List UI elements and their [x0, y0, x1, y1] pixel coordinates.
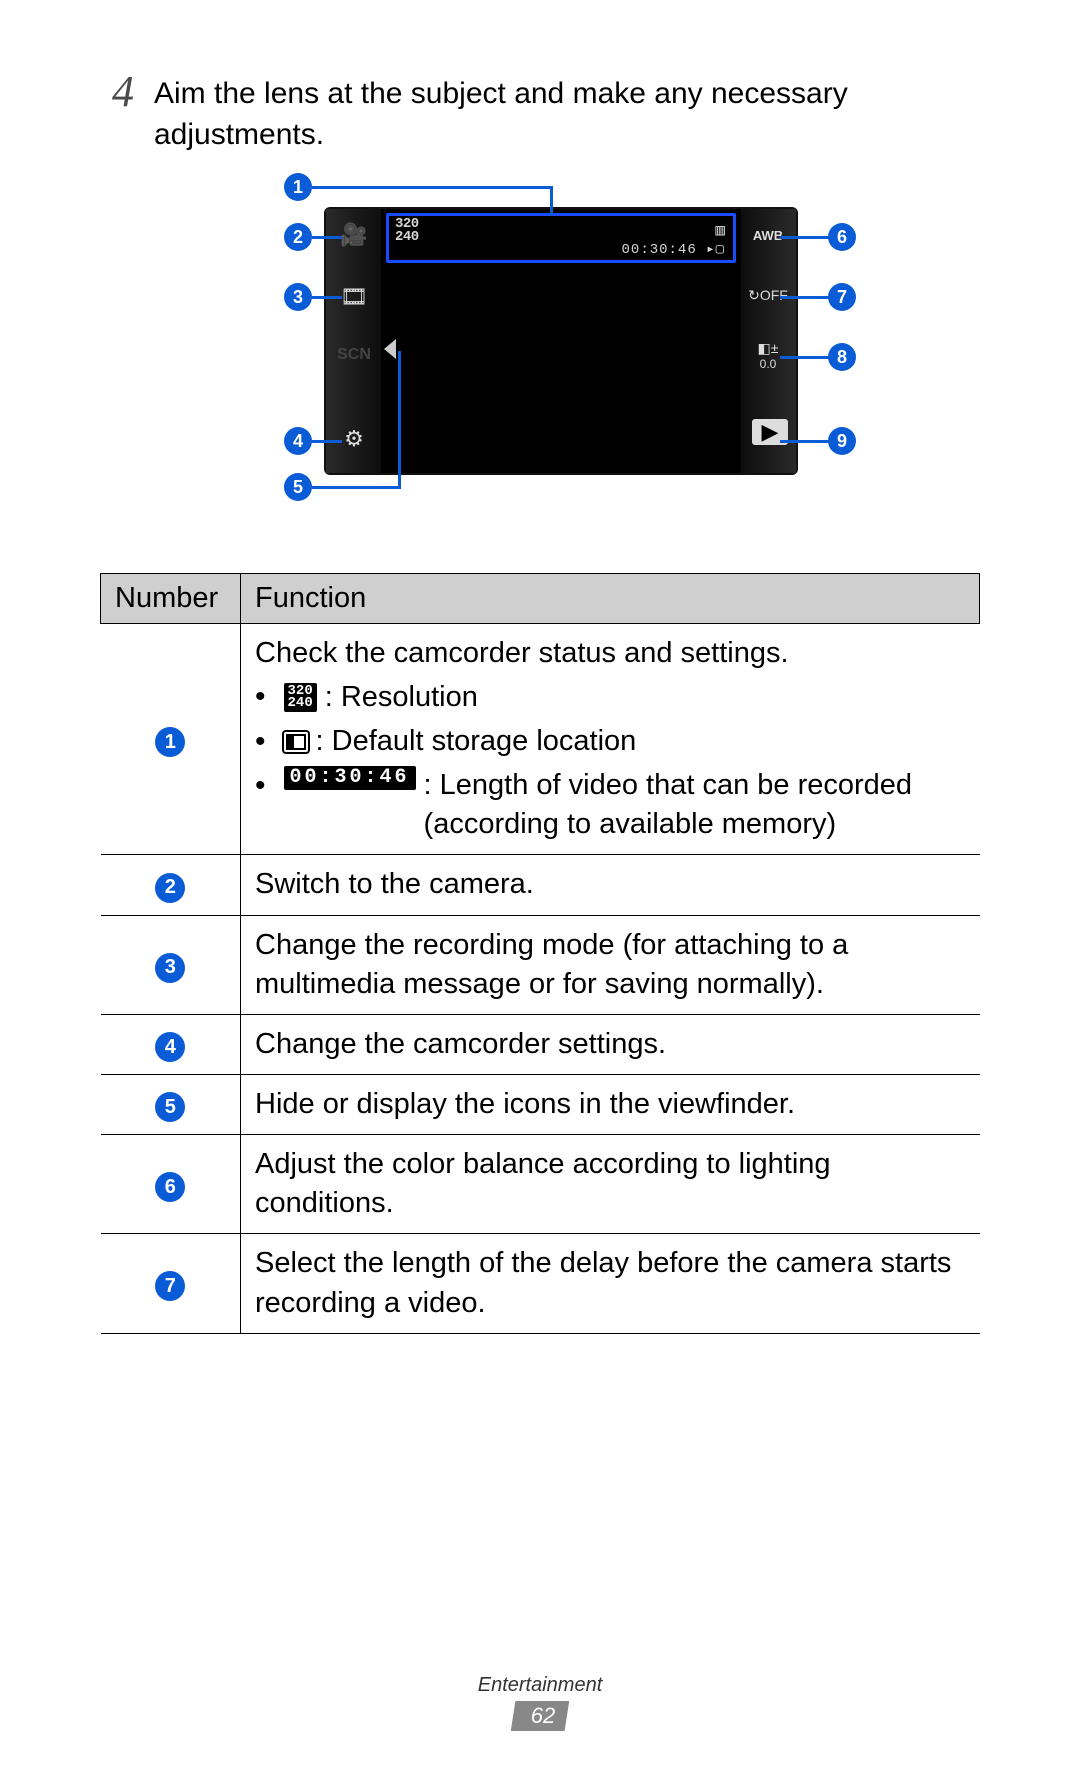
row7-text: Select the length of the delay before th… — [241, 1234, 980, 1333]
exposure-glyph: ◧± — [758, 340, 779, 357]
row3-text: Change the recording mode (for attaching… — [241, 915, 980, 1014]
status-resolution: 320 240 — [395, 218, 419, 243]
table-row: 6 Adjust the color balance according to … — [101, 1135, 980, 1234]
row-badge: 6 — [155, 1172, 185, 1202]
settings-icon[interactable]: ⚙ — [334, 419, 374, 459]
timer-icon[interactable]: ↻OFF — [748, 275, 788, 315]
row-badge: 1 — [155, 727, 185, 757]
table-row: 2 Switch to the camera. — [101, 855, 980, 915]
row-badge: 7 — [155, 1271, 185, 1301]
status-bar: 320 240 ▥ 00:30:46 ▸▢ — [386, 213, 736, 263]
callout-lead — [312, 296, 342, 299]
callout-lead — [780, 356, 830, 359]
camera-mode-icon[interactable]: 🎥 — [334, 215, 374, 255]
callout-lead — [550, 186, 553, 216]
storage-icon — [284, 732, 308, 752]
table-row: 5 Hide or display the icons in the viewf… — [101, 1074, 980, 1134]
row6-text: Adjust the color balance according to li… — [241, 1135, 980, 1234]
callout-lead — [312, 440, 342, 443]
function-table: Number Function 1 Check the camcorder st… — [100, 573, 980, 1334]
callout-badge-7: 7 — [828, 283, 856, 311]
exposure-value: 0.0 — [760, 357, 777, 371]
page-footer: Entertainment 62 — [0, 1674, 1080, 1731]
row-badge: 4 — [155, 1032, 185, 1062]
time-icon: 00:30:46 — [284, 766, 416, 790]
exposure-icon[interactable]: ◧± 0.0 — [748, 335, 788, 375]
row1-lead: Check the camcorder status and settings. — [255, 634, 966, 673]
row-badge: 5 — [155, 1092, 185, 1122]
callout-lead — [312, 236, 342, 239]
step-row: 4 Aim the lens at the subject and make a… — [100, 70, 980, 155]
awb-icon[interactable]: AWB — [748, 215, 788, 255]
table-row: 1 Check the camcorder status and setting… — [101, 624, 980, 855]
left-toolbar: 🎥 🎞 SCN ⚙ — [326, 209, 382, 473]
battery-icon: ▥ — [715, 220, 725, 240]
row1-resolution-line: 320 240 : Resolution — [255, 677, 966, 718]
resolution-icon: 320 240 — [284, 683, 317, 712]
callout-badge-5: 5 — [284, 473, 312, 501]
footer-section: Entertainment — [0, 1674, 1080, 1697]
row-badge: 2 — [155, 873, 185, 903]
scn-icon[interactable]: SCN — [334, 335, 374, 375]
table-row: 3 Change the recording mode (for attachi… — [101, 915, 980, 1014]
callout-lead — [398, 351, 401, 489]
camcorder-diagram: 1 2 3 4 5 6 7 8 9 🎥 🎞 SCN ⚙ — [220, 173, 860, 543]
callout-badge-2: 2 — [284, 223, 312, 251]
row2-text: Switch to the camera. — [241, 855, 980, 915]
callout-lead — [312, 486, 400, 489]
status-time: 00:30:46 ▸▢ — [622, 241, 725, 258]
callout-badge-3: 3 — [284, 283, 312, 311]
footer-page-number: 62 — [511, 1701, 569, 1731]
row1-time-line: 00:30:46 : Length of video that can be r… — [255, 766, 966, 844]
table-header-function: Function — [241, 574, 980, 624]
callout-badge-9: 9 — [828, 427, 856, 455]
step-text: Aim the lens at the subject and make any… — [154, 70, 980, 155]
callout-lead — [312, 186, 552, 189]
callout-badge-4: 4 — [284, 427, 312, 455]
camcorder-screen: 🎥 🎞 SCN ⚙ AWB ↻OFF ◧± 0.0 ▶ 320 240 ▥ 00… — [326, 209, 796, 473]
callout-lead — [780, 296, 830, 299]
row5-text: Hide or display the icons in the viewfin… — [241, 1074, 980, 1134]
table-header-number: Number — [101, 574, 241, 624]
row1-storage-line: : Default storage location — [255, 722, 966, 763]
callout-badge-1: 1 — [284, 173, 312, 201]
row4-text: Change the camcorder settings. — [241, 1014, 980, 1074]
callout-lead — [780, 236, 830, 239]
callout-lead — [780, 440, 830, 443]
callout-badge-6: 6 — [828, 223, 856, 251]
callout-badge-8: 8 — [828, 343, 856, 371]
right-toolbar: AWB ↻OFF ◧± 0.0 ▶ — [740, 209, 796, 473]
step-number: 4 — [100, 70, 134, 114]
expand-indicator-icon[interactable] — [384, 339, 396, 359]
table-row: 4 Change the camcorder settings. — [101, 1014, 980, 1074]
table-row: 7 Select the length of the delay before … — [101, 1234, 980, 1333]
row-badge: 3 — [155, 953, 185, 983]
